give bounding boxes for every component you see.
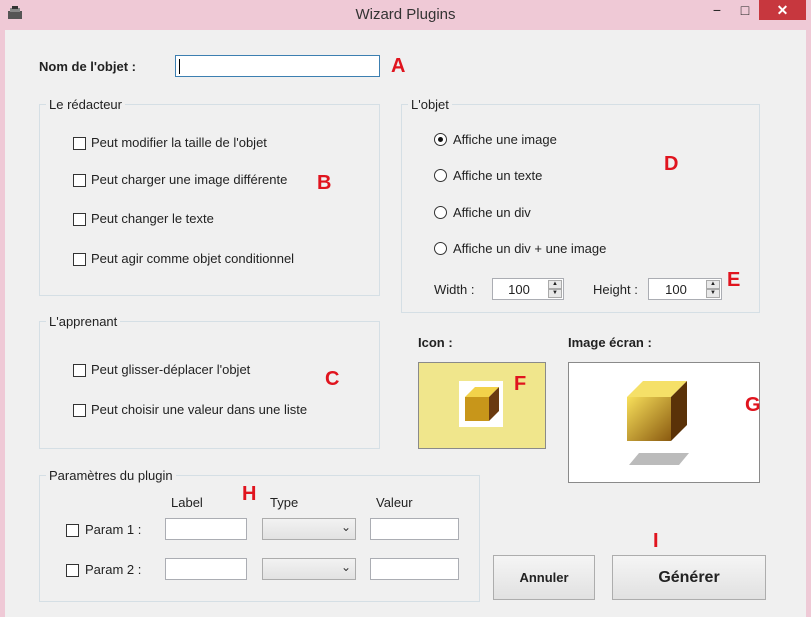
plugin-params-group: Paramètres du plugin Label Type Valeur P… — [39, 468, 480, 602]
radio-show-div-label: Affiche un div — [453, 205, 531, 220]
height-up-arrow[interactable]: ▲ — [706, 280, 720, 289]
param1-type-select[interactable]: ⌄ — [262, 518, 356, 540]
radio-show-div[interactable] — [434, 206, 447, 219]
param1-label: Param 1 : — [85, 522, 142, 537]
checkbox-conditional[interactable] — [73, 253, 86, 266]
checkbox-change-image[interactable] — [73, 174, 86, 187]
marker-f: F — [514, 373, 527, 395]
radio-show-text[interactable] — [434, 169, 447, 182]
checkbox-drag-drop[interactable] — [73, 364, 86, 377]
col-type-header: Type — [270, 495, 299, 510]
width-stepper[interactable]: 100 ▲ ▼ — [492, 278, 564, 300]
marker-d: D — [664, 153, 679, 175]
screen-image-preview[interactable] — [568, 362, 760, 483]
param1-checkbox[interactable] — [66, 524, 79, 537]
width-up-arrow[interactable]: ▲ — [548, 280, 562, 289]
checkbox-drag-drop-label: Peut glisser-déplacer l'objet — [91, 362, 251, 377]
marker-g: G — [745, 394, 761, 416]
radio-show-div-image[interactable] — [434, 242, 447, 255]
title-bar: Wizard Plugins − □ ✕ — [0, 0, 811, 30]
close-button[interactable]: ✕ — [759, 0, 806, 20]
checkbox-choose-list[interactable] — [73, 404, 86, 417]
marker-e: E — [727, 269, 741, 291]
apprenant-legend: L'apprenant — [46, 314, 121, 329]
marker-a: A — [391, 55, 406, 77]
marker-i: I — [653, 530, 659, 552]
checkbox-change-image-label: Peut charger une image différente — [91, 172, 288, 187]
maximize-button[interactable]: □ — [731, 0, 759, 20]
height-value: 100 — [665, 282, 687, 297]
marker-h: H — [242, 483, 257, 505]
height-down-arrow[interactable]: ▼ — [706, 289, 720, 298]
chevron-down-icon: ⌄ — [340, 520, 351, 534]
radio-show-image-label: Affiche une image — [453, 132, 557, 147]
width-down-arrow[interactable]: ▼ — [548, 289, 562, 298]
dialog-body: Nom de l'objet : A Le rédacteur Peut mod… — [5, 30, 806, 617]
checkbox-conditional-label: Peut agir comme objet conditionnel — [91, 251, 295, 266]
icon-label: Icon : — [418, 335, 453, 350]
screen-image-label: Image écran : — [568, 335, 652, 350]
checkbox-change-text[interactable] — [73, 213, 86, 226]
minimize-button[interactable]: − — [703, 0, 731, 20]
col-label-header: Label — [171, 495, 203, 510]
height-stepper[interactable]: 100 ▲ ▼ — [648, 278, 722, 300]
width-label: Width : — [434, 282, 475, 297]
checkbox-resize-label: Peut modifier la taille de l'objet — [91, 135, 267, 150]
height-label: Height : — [593, 282, 638, 297]
objet-legend: L'objet — [408, 97, 452, 112]
param1-value-input[interactable] — [370, 518, 459, 540]
checkbox-change-text-label: Peut changer le texte — [91, 211, 214, 226]
checkbox-resize[interactable] — [73, 137, 86, 150]
objet-group: L'objet Affiche une image Affiche un tex… — [401, 97, 760, 313]
radio-show-div-image-label: Affiche un div + une image — [453, 241, 607, 256]
redacteur-legend: Le rédacteur — [46, 97, 125, 112]
radio-show-text-label: Affiche un texte — [453, 168, 543, 183]
text-caret — [179, 59, 180, 74]
param1-label-input[interactable] — [165, 518, 247, 540]
window-title: Wizard Plugins — [355, 6, 456, 23]
param2-label: Param 2 : — [85, 562, 142, 577]
generate-button[interactable]: Générer — [612, 555, 766, 600]
col-value-header: Valeur — [376, 495, 413, 510]
marker-c: C — [325, 368, 340, 390]
width-value: 100 — [508, 282, 530, 297]
param2-type-select[interactable]: ⌄ — [262, 558, 356, 580]
checkbox-choose-list-label: Peut choisir une valeur dans une liste — [91, 402, 308, 417]
marker-b: B — [317, 172, 332, 194]
redacteur-group: Le rédacteur Peut modifier la taille de … — [39, 97, 380, 296]
radio-show-image[interactable] — [434, 133, 447, 146]
chevron-down-icon: ⌄ — [340, 560, 351, 574]
cube-icon — [459, 381, 503, 427]
icon-preview[interactable] — [418, 362, 546, 449]
object-name-input[interactable] — [175, 55, 380, 77]
object-name-label: Nom de l'objet : — [39, 59, 136, 74]
param2-checkbox[interactable] — [66, 564, 79, 577]
param2-label-input[interactable] — [165, 558, 247, 580]
plugin-params-legend: Paramètres du plugin — [46, 468, 176, 483]
cube-image — [627, 381, 689, 465]
param2-value-input[interactable] — [370, 558, 459, 580]
cancel-button[interactable]: Annuler — [493, 555, 595, 600]
